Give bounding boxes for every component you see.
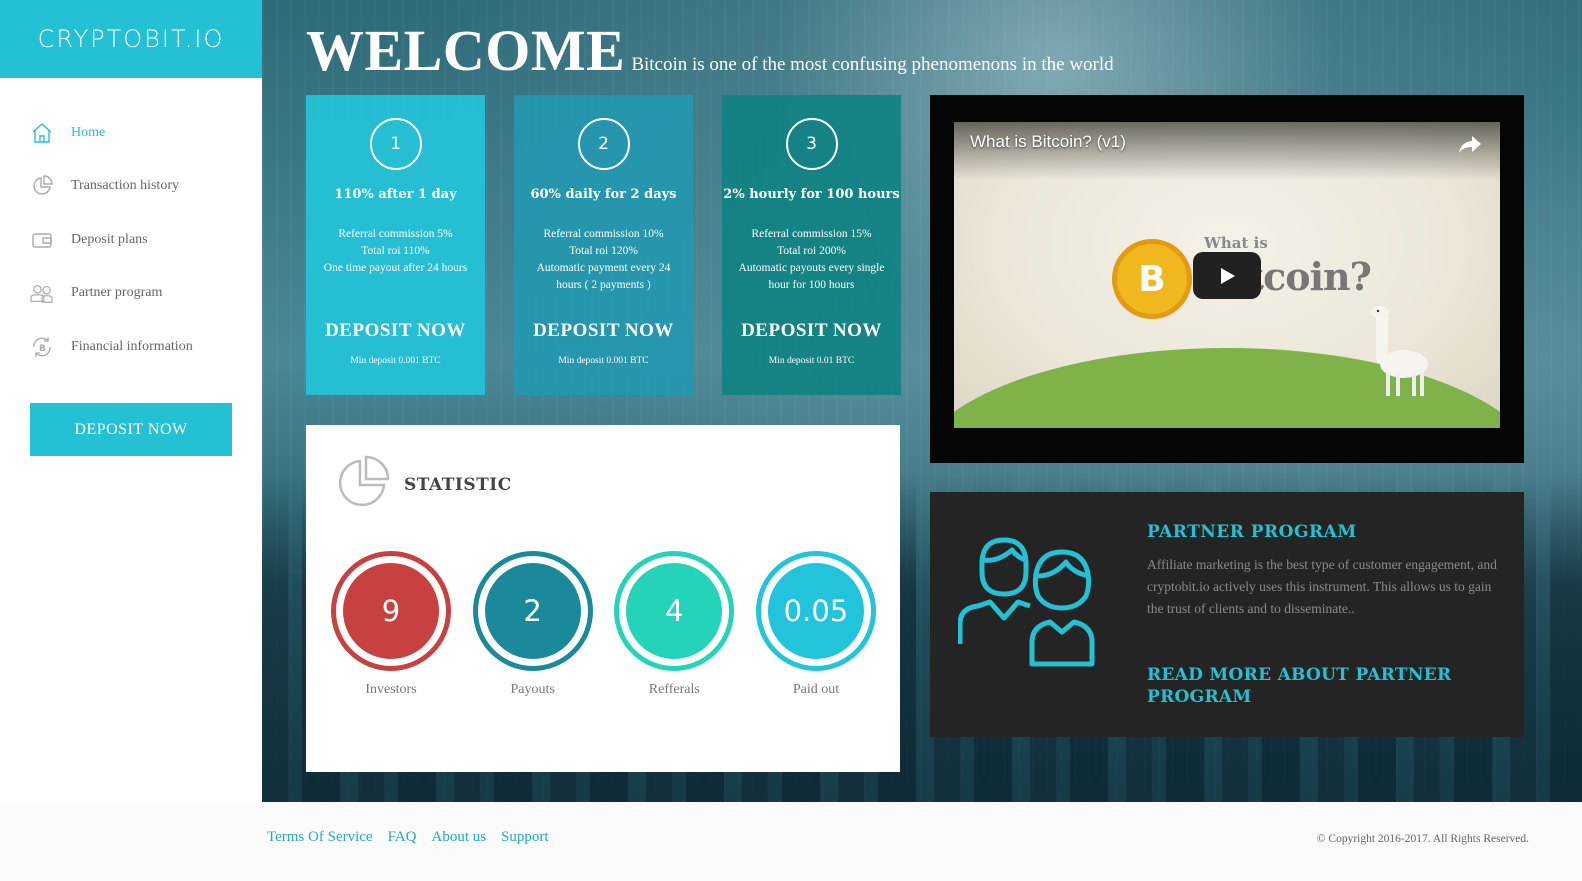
sidebar-item-partner-program[interactable]: Partner program xyxy=(0,267,262,321)
plan-line: One time payout after 24 hours xyxy=(323,262,468,274)
deposit-now-button[interactable]: DEPOSIT NOW xyxy=(514,320,693,342)
footer-link-about[interactable]: About us xyxy=(432,829,487,846)
home-icon xyxy=(30,121,54,145)
plan-line: Automatic payment every 24 xyxy=(536,262,671,274)
sidebar: CRYPTOBIT.IO Home Transaction history De… xyxy=(0,0,262,802)
plan-line: Automatic payouts every single xyxy=(738,262,885,274)
stat-circle: 4 xyxy=(614,551,735,671)
stat-value: 9 xyxy=(341,561,441,661)
logo[interactable]: CRYPTOBIT.IO xyxy=(0,0,262,78)
plan-title: 110% after 1 day xyxy=(334,187,457,202)
footer-link-support[interactable]: Support xyxy=(501,829,549,846)
stat-label: Payouts xyxy=(510,682,555,697)
stat-label: Investors xyxy=(365,682,417,697)
read-more-partner-link[interactable]: READ MORE ABOUT PARTNER PROGRAM xyxy=(1147,664,1467,708)
plan-number: 3 xyxy=(785,118,838,170)
video-title[interactable]: What is Bitcoin? (v1) xyxy=(970,132,1126,152)
plan-line: Total roi 120% xyxy=(569,245,638,257)
stat-refferals: 4 Refferals xyxy=(614,551,735,698)
sidebar-item-label: Partner program xyxy=(71,285,163,301)
stat-circle: 0.05 xyxy=(755,551,876,671)
play-button[interactable] xyxy=(1193,252,1261,299)
partner-text: Affiliate marketing is the best type of … xyxy=(1147,557,1497,616)
statistic-panel: STATISTIC 9 Investors 2 Payouts 4 Reffer… xyxy=(306,425,900,772)
video-overlay-small-text: What is xyxy=(1204,234,1268,252)
deposit-now-button[interactable]: DEPOSIT NOW xyxy=(722,320,901,342)
sidebar-deposit-now-button[interactable]: DEPOSIT NOW xyxy=(30,403,232,456)
wallet-icon xyxy=(30,228,54,252)
plan-title: 60% daily for 2 days xyxy=(530,187,677,202)
plan-line: Total roi 200% xyxy=(777,245,846,257)
statistic-title: STATISTIC xyxy=(404,474,512,495)
users-icon xyxy=(957,536,1122,675)
play-icon xyxy=(1221,267,1235,284)
stat-label: Paid out xyxy=(792,682,840,697)
footer-link-faq[interactable]: FAQ xyxy=(388,829,417,846)
stat-value: 0.05 xyxy=(765,561,866,661)
plan-title: 2% hourly for 100 hours xyxy=(723,187,900,202)
stat-label: Refferals xyxy=(648,682,700,697)
sidebar-item-label: Home xyxy=(71,124,106,140)
bitcoin-cycle-icon: B xyxy=(30,335,54,359)
statistic-header: STATISTIC xyxy=(336,455,512,514)
stat-payouts: 2 Payouts xyxy=(472,551,593,698)
sidebar-nav: Home Transaction history Deposit plans P… xyxy=(0,78,262,374)
plan-number: 1 xyxy=(369,118,422,170)
video-frame: B What is Bitcoin? What is Bitcoin? (v1) xyxy=(930,95,1524,463)
min-deposit: Min deposit 0.001 BTC xyxy=(350,356,441,366)
page-subtitle: Bitcoin is one of the most confusing phe… xyxy=(631,54,1114,75)
footer: Terms Of Service FAQ About us Support © … xyxy=(0,802,1582,881)
partner-title: PARTNER PROGRAM xyxy=(1147,522,1357,542)
plan-line: Referral commission 15% xyxy=(751,228,872,240)
plan-description: Referral commission 15% Total roi 200% A… xyxy=(722,226,901,306)
statistic-circles: 9 Investors 2 Payouts 4 Refferals 0.05 P… xyxy=(331,551,876,698)
sidebar-item-label: Deposit plans xyxy=(71,231,148,247)
plan-card-2: 2 60% daily for 2 days Referral commissi… xyxy=(514,95,693,395)
bitcoin-coin-icon: B xyxy=(1112,239,1192,319)
sidebar-item-home[interactable]: Home xyxy=(0,106,262,160)
plan-description: Referral commission 10% Total roi 120% A… xyxy=(514,226,693,306)
stat-value: 2 xyxy=(482,561,583,661)
copyright: © Copyright 2016-2017. All Rights Reserv… xyxy=(1316,833,1529,845)
stat-paid-out: 0.05 Paid out xyxy=(755,551,876,698)
sidebar-item-transaction-history[interactable]: Transaction history xyxy=(0,160,262,214)
plan-card-1: 1 110% after 1 day Referral commission 5… xyxy=(306,95,485,395)
stat-investors: 9 Investors xyxy=(331,551,451,698)
share-icon[interactable] xyxy=(1458,134,1482,159)
plan-line: hour for 100 hours xyxy=(768,279,855,291)
sidebar-item-label: Financial information xyxy=(71,338,193,354)
welcome-heading: WELCOME Bitcoin is one of the most confu… xyxy=(306,22,1114,80)
footer-link-terms[interactable]: Terms Of Service xyxy=(267,829,373,846)
min-deposit: Min deposit 0.001 BTC xyxy=(558,356,649,366)
sidebar-item-deposit-plans[interactable]: Deposit plans xyxy=(0,213,262,267)
deposit-now-button[interactable]: DEPOSIT NOW xyxy=(306,320,485,342)
stat-circle: 2 xyxy=(472,551,593,671)
plan-line: Total roi 110% xyxy=(361,245,430,257)
partner-program-panel: PARTNER PROGRAM Affiliate marketing is t… xyxy=(930,492,1524,737)
stat-circle: 9 xyxy=(331,551,451,671)
sidebar-item-label: Transaction history xyxy=(71,178,179,194)
svg-text:B: B xyxy=(39,344,46,354)
plan-line: hours ( 2 payments ) xyxy=(556,279,651,291)
stat-value: 4 xyxy=(624,561,725,661)
min-deposit: Min deposit 0.01 BTC xyxy=(768,356,855,366)
plan-description: Referral commission 5% Total roi 110% On… xyxy=(306,226,485,306)
plan-number: 2 xyxy=(577,118,630,170)
users-icon xyxy=(30,281,54,305)
llama-illustration xyxy=(1364,302,1434,407)
page-title: WELCOME xyxy=(306,18,626,83)
plan-line: Referral commission 5% xyxy=(338,228,453,240)
plan-card-3: 3 2% hourly for 100 hours Referral commi… xyxy=(722,95,901,395)
footer-links: Terms Of Service FAQ About us Support xyxy=(267,829,549,846)
video-player[interactable]: B What is Bitcoin? What is Bitcoin? (v1) xyxy=(954,122,1500,428)
pie-chart-icon xyxy=(336,455,390,514)
sidebar-item-financial-information[interactable]: B Financial information xyxy=(0,320,262,374)
pie-chart-icon xyxy=(30,174,54,198)
plan-line: Referral commission 10% xyxy=(543,228,664,240)
